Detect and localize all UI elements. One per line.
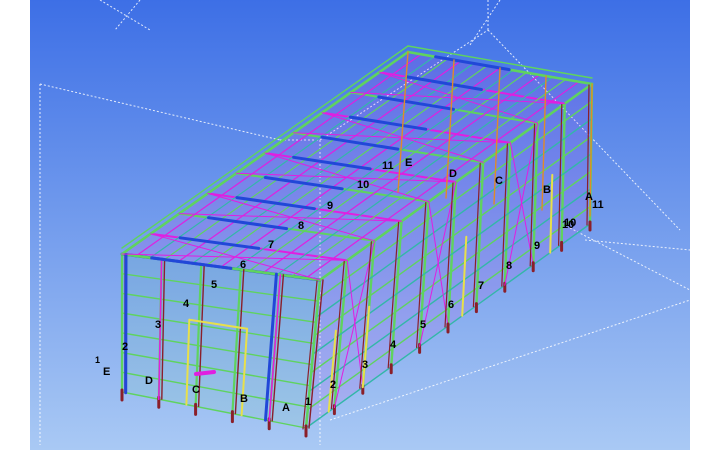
grid-label-axis-2: 2 — [330, 379, 336, 391]
grid-label-axis-8: 8 — [506, 260, 512, 272]
grid-label-axis-9: 9 — [534, 240, 540, 252]
grid-label-roof-9: 9 — [327, 200, 333, 212]
grid-label-row-e-front: E — [103, 366, 110, 378]
grid-label-row-d-front: D — [145, 375, 153, 387]
grid-label-roof-7: 7 — [268, 239, 274, 251]
grid-label-axis-6: 6 — [448, 299, 454, 311]
grid-label-axis-1-front: 1 — [305, 396, 311, 408]
grid-label-roof-10: 10 — [357, 179, 369, 191]
grid-label-row-c-front: C — [192, 384, 200, 396]
grid-label-roof-8: 8 — [298, 220, 304, 232]
grid-label-roof-3: 3 — [155, 319, 161, 331]
grid-label-roof-2: 2 — [122, 341, 128, 353]
grid-label-axis-4: 4 — [390, 339, 397, 351]
grid-label-roof-5: 5 — [211, 279, 217, 291]
grid-label-axis-5: 5 — [420, 319, 426, 331]
grid-label-axis-3: 3 — [362, 359, 368, 371]
grid-label-axis-7: 7 — [478, 280, 484, 292]
grid-label-row-b-front: B — [240, 393, 248, 405]
grid-label-row-b-back: B — [543, 184, 551, 196]
grid-label-row-1-marker: 1 — [95, 355, 100, 365]
grid-label-roof-4: 4 — [183, 298, 190, 310]
grid-label-row-c-back: C — [495, 175, 503, 187]
grid-label-row-d-back: D — [449, 168, 457, 180]
model-canvas[interactable]: 1 E D C B A 1 2 3 4 5 6 7 8 9 10 11 E D … — [0, 0, 720, 450]
grid-label-axis-11-back: 11 — [592, 199, 604, 211]
grid-label-row-11-back: 11 — [382, 160, 394, 172]
model-viewport[interactable]: 1 E D C B A 1 2 3 4 5 6 7 8 9 10 11 E D … — [0, 0, 720, 450]
grid-label-row-e-back: E — [405, 157, 412, 169]
grid-label-row-a-front: A — [282, 402, 290, 414]
grid-label-roof-6: 6 — [240, 259, 246, 271]
floor-equipment[interactable] — [194, 370, 216, 376]
grid-label-roof-10-end: 10 — [564, 217, 576, 229]
